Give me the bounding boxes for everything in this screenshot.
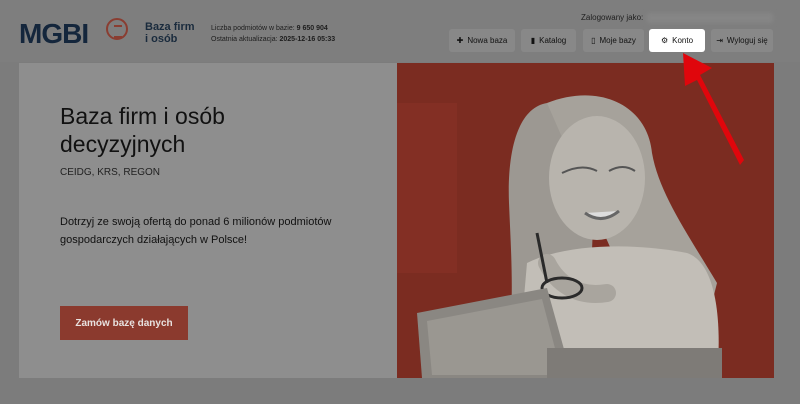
hero-photo-woman-with-laptop: [397, 63, 774, 378]
document-icon: ▯: [591, 36, 596, 45]
logged-in-label: Zalogowany jako:: [581, 13, 644, 22]
brand-name: Baza firm i osób: [145, 21, 195, 45]
account-label: Konto: [672, 36, 694, 45]
order-database-button[interactable]: Zamów bazę danych: [60, 306, 188, 340]
gear-icon: ⚙: [660, 36, 669, 45]
hero-subtitle: CEIDG, KRS, REGON: [60, 167, 161, 178]
catalog-label: Katalog: [539, 36, 567, 45]
brand-name-line1: Baza firm: [145, 21, 195, 33]
database-stats: Liczba podmiotów w bazie: 9 650 904 Osta…: [211, 23, 335, 45]
catalog-button[interactable]: ▮ Katalog: [521, 29, 576, 52]
mgbi-logo[interactable]: MGBI: [19, 18, 89, 50]
brand-mark-icon: [106, 18, 128, 40]
new-database-label: Nowa baza: [467, 36, 508, 45]
page-bottom-strip: [19, 378, 774, 404]
hero-image: [397, 63, 774, 378]
my-databases-label: Moje bazy: [599, 36, 636, 45]
hero-title: Baza firm i osób decyzyjnych: [60, 103, 225, 157]
logout-button[interactable]: ⇥ Wyloguj się: [711, 29, 773, 52]
logout-icon: ⇥: [716, 36, 723, 45]
new-database-button[interactable]: ✚ Nowa baza: [449, 29, 515, 52]
my-databases-button[interactable]: ▯ Moje bazy: [583, 29, 644, 52]
plus-icon: ✚: [456, 36, 464, 45]
entity-count-value: 9 650 904: [296, 25, 328, 32]
book-icon: ▮: [530, 36, 536, 45]
hero-description: Dotrzyj ze swoją ofertą do ponad 6 milio…: [60, 216, 332, 246]
entity-count-label: Liczba podmiotów w bazie:: [211, 25, 295, 32]
brand-name-line2: i osób: [145, 33, 178, 45]
logout-label: Wyloguj się: [726, 36, 768, 45]
account-button[interactable]: ⚙ Konto: [649, 29, 705, 52]
logged-in-user-redacted: [647, 13, 773, 23]
last-update-label: Ostatnia aktualizacja:: [211, 36, 278, 43]
last-update-value: 2025-12-16 05:33: [279, 36, 336, 43]
